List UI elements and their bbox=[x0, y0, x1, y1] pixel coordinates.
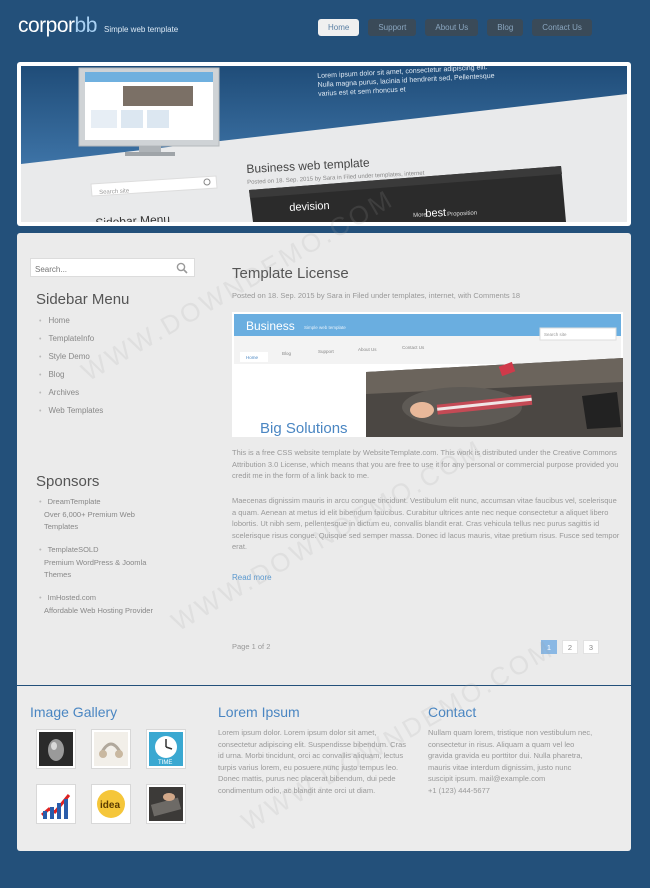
sidebar-menu-heading: Sidebar Menu bbox=[36, 291, 130, 308]
lorem-text: Lorem ipsum dolor. Lorem ipsum dolor sit… bbox=[218, 728, 407, 795]
post-image-search: Search site bbox=[544, 332, 567, 337]
site-tagline: Simple web template bbox=[104, 25, 179, 34]
sponsor-item[interactable]: DreamTemplate Over 6,000+ Premium Web Te… bbox=[39, 496, 169, 534]
post-image-nav: About Us bbox=[358, 347, 377, 352]
sidebar-item-templateinfo[interactable]: TemplateInfo bbox=[39, 330, 103, 348]
sidebar-item-archives[interactable]: Archives bbox=[39, 384, 103, 402]
nav-contact-us[interactable]: Contact Us bbox=[532, 19, 592, 36]
sponsor-title[interactable]: ImHosted.com bbox=[39, 592, 169, 605]
post-image: Business Simple web template Search site… bbox=[232, 312, 623, 437]
content-panel: Sidebar Menu Home TemplateInfo Style Dem… bbox=[17, 233, 631, 685]
hero-devision: devision bbox=[289, 199, 330, 214]
site-logo[interactable]: corporbb bbox=[18, 14, 97, 38]
page-button-1[interactable]: 1 bbox=[541, 640, 557, 654]
pagination: 1 2 3 bbox=[541, 640, 599, 654]
page-button-3[interactable]: 3 bbox=[583, 640, 599, 654]
nav-home[interactable]: Home bbox=[318, 19, 360, 36]
hero-banner: Lorem ipsum dolor sit amet, consectetur … bbox=[17, 62, 631, 226]
sponsors-heading: Sponsors bbox=[36, 473, 100, 490]
sponsor-desc: Over 6,000+ Premium Web Templates bbox=[44, 509, 135, 532]
sidebar-menu: Home TemplateInfo Style Demo Blog Archiv… bbox=[39, 312, 103, 420]
post-image-tagline: Simple web template bbox=[304, 325, 346, 330]
post-image-nav: Contact Us bbox=[402, 345, 425, 350]
post-image-headline: Big Solutions bbox=[260, 420, 348, 437]
hero-image: Lorem ipsum dolor sit amet, consectetur … bbox=[21, 66, 627, 222]
post-image-illustration: Business Simple web template Search site… bbox=[232, 312, 623, 437]
idea-text: idea bbox=[100, 800, 120, 811]
sponsor-desc: Affordable Web Hosting Provider bbox=[44, 605, 153, 615]
sponsor-item[interactable]: TemplateSOLD Premium WordPress & Joomla … bbox=[39, 544, 169, 582]
post-image-nav: Blog bbox=[282, 351, 292, 356]
hero-best: best bbox=[425, 206, 447, 220]
footer: Image Gallery TIME idea Lorem Ipsum Lore… bbox=[17, 686, 631, 851]
post-paragraph-2: Maecenas dignissim mauris in arcu congue… bbox=[232, 496, 620, 551]
nav-support[interactable]: Support bbox=[368, 19, 417, 36]
sidebar-item-home[interactable]: Home bbox=[39, 312, 103, 330]
sidebar-item-blog[interactable]: Blog bbox=[39, 366, 103, 384]
page-button-2[interactable]: 2 bbox=[562, 640, 578, 654]
gallery-thumb-chart[interactable] bbox=[36, 784, 76, 824]
contact-text: Nullam quam lorem, tristique non vestibu… bbox=[428, 727, 593, 796]
sidebar-search bbox=[30, 258, 195, 278]
nav-blog[interactable]: Blog bbox=[487, 19, 524, 36]
sponsor-desc: Premium WordPress & Joomla Themes bbox=[44, 557, 147, 580]
read-more-link[interactable]: Read more bbox=[232, 573, 272, 582]
logo-accent: bb bbox=[74, 14, 98, 37]
post-paragraph-1: This is a free CSS website template by W… bbox=[232, 448, 619, 480]
post-image-brand: Business bbox=[246, 319, 295, 333]
page-info: Page 1 of 2 bbox=[232, 642, 271, 651]
post-meta: Posted on 18. Sep. 2015 by Sara in Filed… bbox=[232, 291, 521, 300]
search-icon[interactable] bbox=[176, 262, 188, 274]
logo-main: corpor bbox=[18, 14, 75, 37]
contact-body: Nullam quam lorem, tristique non vestibu… bbox=[428, 728, 593, 783]
gallery-thumb-headphones[interactable] bbox=[91, 729, 131, 769]
search-input[interactable] bbox=[31, 261, 171, 278]
gallery-thumb-keyboard[interactable] bbox=[146, 784, 186, 824]
main-nav: Home Support About Us Blog Contact Us bbox=[318, 19, 592, 36]
post-title[interactable]: Template License bbox=[232, 265, 349, 282]
sponsor-title[interactable]: DreamTemplate bbox=[39, 496, 169, 509]
sponsor-item[interactable]: ImHosted.com Affordable Web Hosting Prov… bbox=[39, 592, 169, 617]
gallery-thumb-clock[interactable]: TIME bbox=[146, 729, 186, 769]
sidebar-item-web-templates[interactable]: Web Templates bbox=[39, 402, 103, 420]
contact-phone: +1 (123) 444-5677 bbox=[428, 785, 490, 795]
lorem-heading: Lorem Ipsum bbox=[218, 704, 300, 720]
nav-about-us[interactable]: About Us bbox=[425, 19, 479, 36]
post-image-nav: Home bbox=[246, 355, 259, 360]
sidebar-item-style-demo[interactable]: Style Demo bbox=[39, 348, 103, 366]
gallery-heading: Image Gallery bbox=[30, 704, 118, 720]
clock-text: TIME bbox=[158, 760, 172, 766]
gallery-thumb-idea[interactable]: idea bbox=[91, 784, 131, 824]
post-image-nav: Support bbox=[318, 349, 335, 354]
sponsor-title[interactable]: TemplateSOLD bbox=[39, 544, 169, 557]
gallery-thumb-mouse[interactable] bbox=[36, 729, 76, 769]
contact-heading: Contact bbox=[428, 704, 477, 720]
